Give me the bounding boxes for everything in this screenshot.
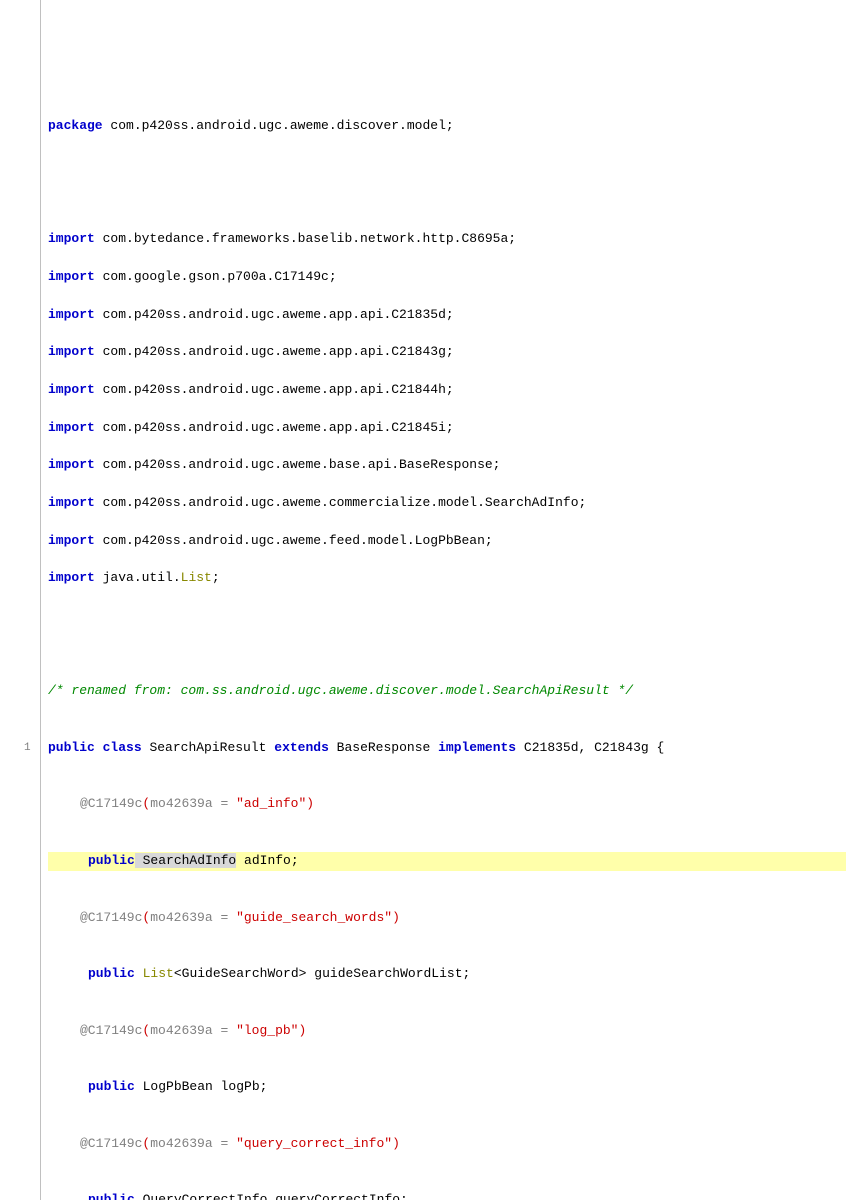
import-line: import com.bytedance.frameworks.baselib.… (48, 230, 846, 249)
import-keyword: import (48, 420, 95, 435)
import-keyword: import (48, 495, 95, 510)
annotation-line: @C17149c(mo42639a = "query_correct_info"… (48, 1135, 846, 1154)
import-path: com.bytedance.frameworks.baselib.network… (95, 231, 516, 246)
public-keyword: public (88, 1079, 135, 1094)
field-line: public QueryCorrectInfo queryCorrectInfo… (48, 1191, 846, 1200)
import-keyword: import (48, 533, 95, 548)
annotation-name: @C17149c (80, 910, 142, 925)
import-path: com.google.gson.p700a.C17149c; (95, 269, 337, 284)
class-declaration-line: 1public class SearchApiResult extends Ba… (48, 739, 846, 758)
import-path: com.p420ss.android.ugc.aweme.commerciali… (95, 495, 586, 510)
extends-name: BaseResponse (329, 740, 438, 755)
paren-open: ( (142, 910, 150, 925)
import-line: import com.p420ss.android.ugc.aweme.app.… (48, 381, 846, 400)
package-keyword: package (48, 118, 103, 133)
semicolon: ; (212, 570, 220, 585)
paren-close: ) (392, 910, 400, 925)
string-literal: "ad_info" (236, 796, 306, 811)
annotation-param: mo42639a = (150, 910, 236, 925)
import-line: import com.p420ss.android.ugc.aweme.app.… (48, 419, 846, 438)
annotation-name: @C17149c (80, 1023, 142, 1038)
line-number: 1 (24, 741, 31, 757)
string-literal: "guide_search_words" (236, 910, 392, 925)
generic-type: GuideSearchWord (182, 966, 299, 981)
annotation-line: @C17149c(mo42639a = "ad_info") (48, 795, 846, 814)
field-name: adInfo; (236, 853, 298, 868)
paren-open: ( (142, 1023, 150, 1038)
field-decl: LogPbBean logPb; (135, 1079, 268, 1094)
import-line: import com.p420ss.android.ugc.aweme.base… (48, 456, 846, 475)
class-keyword: class (103, 740, 142, 755)
import-line: import com.google.gson.p700a.C17149c; (48, 268, 846, 287)
annotation-name: @C17149c (80, 1136, 142, 1151)
import-path: com.p420ss.android.ugc.aweme.app.api.C21… (95, 307, 454, 322)
public-keyword: public (88, 966, 135, 981)
extends-keyword: extends (274, 740, 329, 755)
import-keyword: import (48, 231, 95, 246)
import-keyword: import (48, 570, 95, 585)
paren-close: ) (306, 796, 314, 811)
implements-names: C21835d, C21843g { (516, 740, 664, 755)
package-path: com.p420ss.android.ugc.aweme.discover.mo… (103, 118, 454, 133)
annotation-param: mo42639a = (150, 796, 236, 811)
public-keyword: public (48, 740, 95, 755)
import-path: com.p420ss.android.ugc.aweme.app.api.C21… (95, 382, 454, 397)
type-name: List (181, 570, 212, 585)
import-line: import com.p420ss.android.ugc.aweme.comm… (48, 494, 846, 513)
class-name: SearchApiResult (142, 740, 275, 755)
type-name: List (135, 966, 174, 981)
field-line: public LogPbBean logPb; (48, 1078, 846, 1097)
import-path: java.util. (95, 570, 181, 585)
renamed-comment-line: /* renamed from: com.ss.android.ugc.awem… (48, 682, 846, 701)
public-keyword: public (88, 1192, 135, 1200)
import-keyword: import (48, 344, 95, 359)
blank-line (48, 174, 846, 193)
type-selected: SearchAdInfo (135, 853, 236, 868)
paren-close: ) (298, 1023, 306, 1038)
generic-open: < (174, 966, 182, 981)
string-literal: "query_correct_info" (236, 1136, 392, 1151)
import-keyword: import (48, 457, 95, 472)
paren-open: ( (142, 796, 150, 811)
generic-close: > (299, 966, 307, 981)
import-path: com.p420ss.android.ugc.aweme.base.api.Ba… (95, 457, 501, 472)
import-line: import com.p420ss.android.ugc.aweme.app.… (48, 343, 846, 362)
import-line: import com.p420ss.android.ugc.aweme.app.… (48, 306, 846, 325)
annotation-param: mo42639a = (150, 1136, 236, 1151)
package-line: package com.p420ss.android.ugc.aweme.dis… (48, 117, 846, 136)
field-line: public List<GuideSearchWord> guideSearch… (48, 965, 846, 984)
import-line: import com.p420ss.android.ugc.aweme.feed… (48, 532, 846, 551)
import-path: com.p420ss.android.ugc.aweme.feed.model.… (95, 533, 493, 548)
import-path: com.p420ss.android.ugc.aweme.app.api.C21… (95, 344, 454, 359)
blank-line (48, 626, 846, 645)
field-name: guideSearchWordList; (306, 966, 470, 981)
comment-text: /* renamed from: com.ss.android.ugc.awem… (48, 683, 633, 698)
import-line: import java.util.List; (48, 569, 846, 588)
import-path: com.p420ss.android.ugc.aweme.app.api.C21… (95, 420, 454, 435)
public-keyword: public (88, 853, 135, 868)
annotation-param: mo42639a = (150, 1023, 236, 1038)
gutter-line (40, 0, 41, 1200)
field-line-highlighted: public SearchAdInfo adInfo; (48, 852, 846, 871)
field-decl: QueryCorrectInfo queryCorrectInfo; (135, 1192, 408, 1200)
string-literal: "log_pb" (236, 1023, 298, 1038)
annotation-line: @C17149c(mo42639a = "log_pb") (48, 1022, 846, 1041)
annotation-name: @C17149c (80, 796, 142, 811)
annotation-line: @C17149c(mo42639a = "guide_search_words"… (48, 909, 846, 928)
paren-close: ) (392, 1136, 400, 1151)
import-keyword: import (48, 269, 95, 284)
import-keyword: import (48, 382, 95, 397)
paren-open: ( (142, 1136, 150, 1151)
implements-keyword: implements (438, 740, 516, 755)
import-keyword: import (48, 307, 95, 322)
